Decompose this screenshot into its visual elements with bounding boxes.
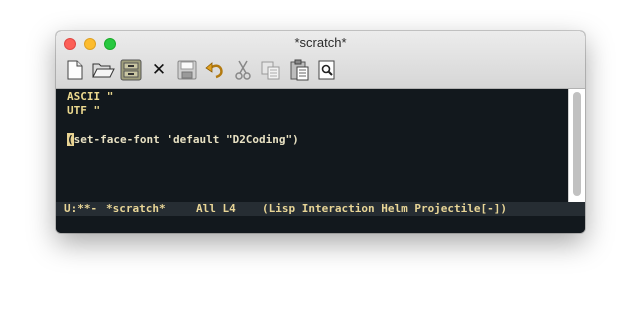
vertical-scrollbar[interactable] bbox=[568, 89, 585, 202]
buffer-line-2: UTF " bbox=[67, 104, 101, 117]
kill-buffer-button[interactable]: ✕ bbox=[146, 57, 172, 83]
new-file-icon bbox=[67, 60, 83, 80]
buffer-line-1: ASCII " bbox=[67, 90, 114, 103]
emacs-window: *scratch* ✕ ASCII " UTF " (set-face-font… bbox=[56, 31, 585, 233]
modeline-status: U:**- bbox=[64, 202, 98, 215]
new-file-button[interactable] bbox=[62, 57, 88, 83]
close-x-icon: ✕ bbox=[151, 60, 167, 80]
save-disk-icon bbox=[177, 60, 197, 80]
cut-scissors-icon bbox=[235, 60, 251, 80]
open-file-button[interactable] bbox=[90, 57, 116, 83]
undo-button[interactable] bbox=[202, 57, 228, 83]
search-button[interactable] bbox=[314, 57, 340, 83]
modeline-modes[interactable]: (Lisp Interaction Helm Projectile[-]) bbox=[262, 202, 507, 216]
echo-area[interactable] bbox=[56, 216, 585, 233]
paste-clipboard-icon bbox=[290, 59, 309, 81]
open-folder-icon bbox=[92, 63, 115, 78]
save-button[interactable] bbox=[174, 57, 200, 83]
modeline-position: All L4 bbox=[196, 202, 236, 215]
paste-button[interactable] bbox=[286, 57, 312, 83]
text-cursor: ( bbox=[67, 133, 74, 146]
editor-buffer[interactable]: ASCII " UTF " (set-face-font 'default "D… bbox=[56, 89, 585, 202]
dired-button[interactable] bbox=[118, 57, 144, 83]
scrollbar-thumb[interactable] bbox=[573, 92, 581, 196]
buffer-line-4-text: set-face-font 'default "D2Coding") bbox=[73, 133, 299, 146]
buffer-line-4: (set-face-font 'default "D2Coding") bbox=[67, 133, 299, 147]
dired-cabinet-icon bbox=[120, 59, 142, 81]
cut-button[interactable] bbox=[230, 57, 256, 83]
window-title: *scratch* bbox=[294, 35, 347, 50]
modeline-buffer-name[interactable]: *scratch* bbox=[106, 202, 166, 216]
search-icon bbox=[318, 60, 335, 80]
title-bar[interactable]: *scratch* ✕ bbox=[56, 31, 585, 89]
mode-line: U:**- *scratch* All L4 (Lisp Interaction… bbox=[56, 202, 585, 216]
copy-button[interactable] bbox=[258, 57, 284, 83]
undo-icon bbox=[205, 62, 223, 79]
copy-icon bbox=[261, 61, 280, 80]
